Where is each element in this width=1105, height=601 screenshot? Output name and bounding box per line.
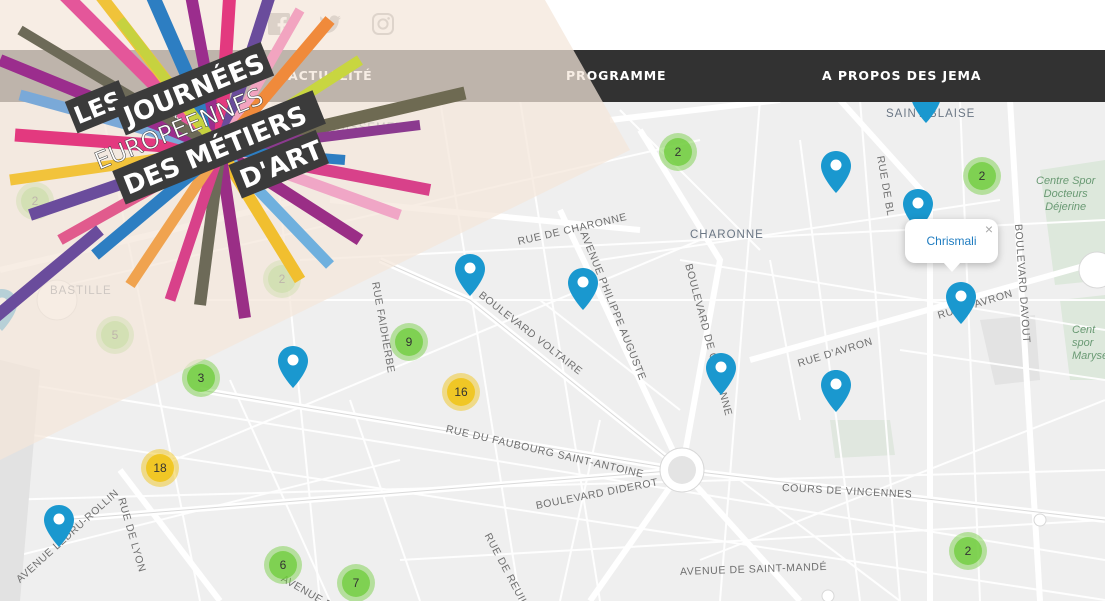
map-cluster[interactable]: 7 xyxy=(337,564,375,601)
map-popup[interactable]: Chrismali × xyxy=(905,219,998,272)
cluster-count: 18 xyxy=(146,454,174,482)
map-pin-icon[interactable] xyxy=(277,345,309,389)
cluster-count: 3 xyxy=(187,364,215,392)
district-label-charonne: CHARONNE xyxy=(690,229,764,241)
cluster-count: 7 xyxy=(342,569,370,597)
map-cluster[interactable]: 6 xyxy=(264,546,302,584)
map-pin-icon[interactable] xyxy=(820,369,852,413)
map-cluster[interactable]: 2 xyxy=(963,157,1001,195)
page: CHARONNE SAINT-BLAISE BASTILLE ARRONDISS… xyxy=(0,0,1105,601)
jema-logo[interactable]: LES JOURNÉES EUROPÉENNES DES MÉTIERS D'A… xyxy=(0,0,470,340)
poi-label-text: Centre Spor Docteurs Déjerine xyxy=(1036,175,1096,213)
map-cluster[interactable]: 18 xyxy=(141,449,179,487)
map-pin-icon[interactable] xyxy=(945,281,977,325)
poi-label-centre-sportif-maryse: Cent spor Maryse xyxy=(1072,324,1105,363)
cluster-count: 6 xyxy=(269,551,297,579)
cluster-count: 2 xyxy=(954,537,982,565)
map-cluster[interactable]: 3 xyxy=(182,359,220,397)
popup-close-button[interactable]: × xyxy=(985,221,993,237)
cluster-count: 2 xyxy=(664,138,692,166)
map-pin-icon[interactable] xyxy=(705,352,737,396)
map-pin-icon[interactable] xyxy=(43,504,75,548)
cluster-count: 2 xyxy=(968,162,996,190)
map-cluster[interactable]: 16 xyxy=(442,373,480,411)
nav-item-a-propos[interactable]: A PROPOS DES JEMA xyxy=(822,68,981,83)
map-pin-icon[interactable] xyxy=(820,150,852,194)
map-pin-icon[interactable] xyxy=(567,267,599,311)
nav-item-programme[interactable]: PROGRAMME xyxy=(566,68,667,83)
poi-label-text: Cent spor Maryse xyxy=(1072,324,1105,362)
cluster-count: 16 xyxy=(447,378,475,406)
map-cluster[interactable]: 2 xyxy=(659,133,697,171)
popup-tip xyxy=(943,262,961,272)
map-cluster[interactable]: 2 xyxy=(949,532,987,570)
poi-label-centre-sportif: Centre Spor Docteurs Déjerine xyxy=(1036,175,1095,214)
